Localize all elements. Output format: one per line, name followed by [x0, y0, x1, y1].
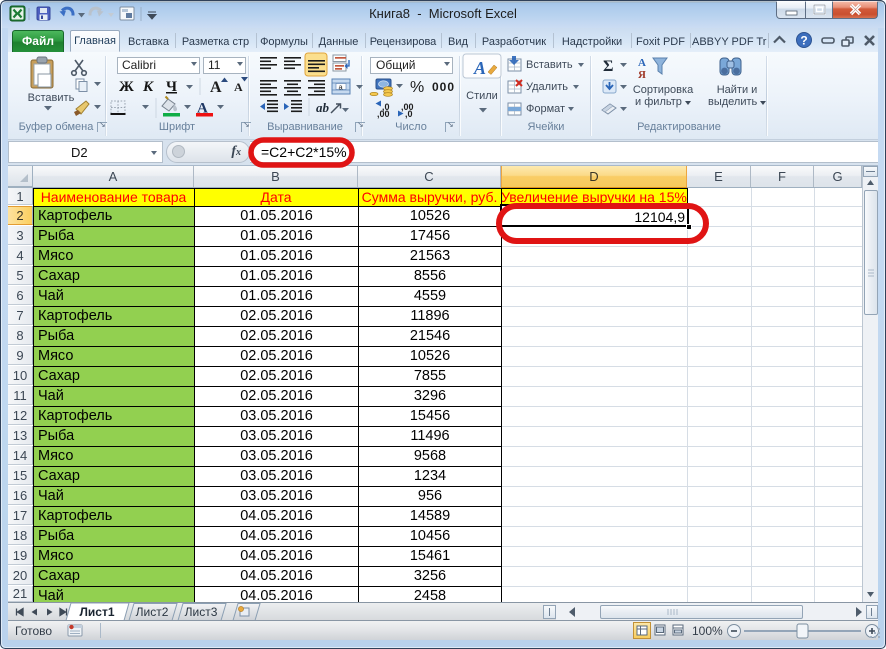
svg-text:Ч: Ч — [166, 79, 177, 95]
svg-text:Лист2: Лист2 — [136, 605, 169, 619]
svg-text:Ж: Ж — [119, 79, 134, 95]
svg-text:А: А — [638, 57, 646, 69]
svg-text:А: А — [210, 79, 222, 96]
svg-text:Лист3: Лист3 — [185, 605, 218, 619]
svg-text:000: 000 — [432, 80, 455, 94]
svg-text:%: % — [410, 79, 424, 96]
svg-text:А: А — [473, 58, 486, 78]
svg-text:К: К — [142, 79, 154, 95]
svg-text:?: ? — [800, 34, 807, 48]
svg-text:,00: ,00 — [377, 109, 390, 119]
svg-text:Лист1: Лист1 — [79, 605, 114, 619]
svg-text:Я: Я — [638, 69, 646, 81]
svg-text:,0: ,0 — [405, 109, 413, 119]
svg-text:Σ: Σ — [603, 58, 613, 75]
svg-text:А: А — [234, 80, 243, 94]
svg-text:ab: ab — [316, 100, 330, 115]
